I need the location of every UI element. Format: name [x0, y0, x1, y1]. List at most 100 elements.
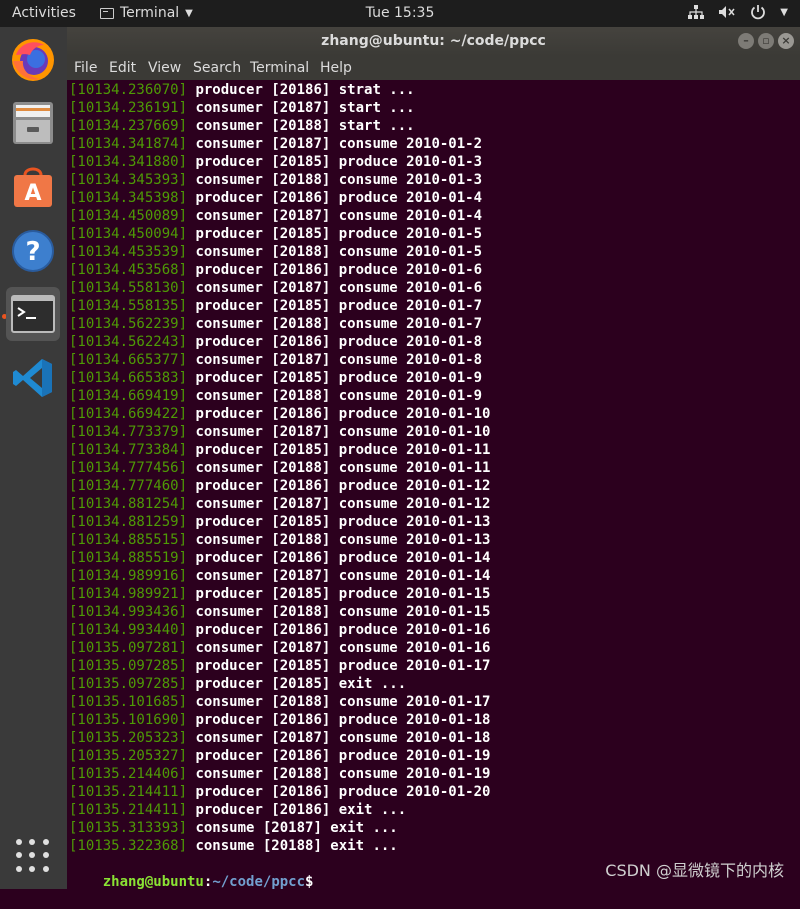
terminal-line: [10134.341874] consumer [20187] consume …	[69, 135, 482, 153]
terminal-line: [10134.669422] producer [20186] produce …	[69, 405, 490, 423]
terminal-line: [10134.453539] consumer [20188] consume …	[69, 243, 482, 261]
app-menu[interactable]: Terminal ▼	[100, 5, 193, 21]
timestamp: [10134.881254]	[69, 496, 188, 512]
timestamp: [10134.341880]	[69, 154, 188, 170]
log-message: consumer [20187] consume 2010-01-18	[187, 730, 491, 746]
dock-item-files[interactable]	[6, 96, 60, 150]
timestamp: [10134.345393]	[69, 172, 188, 188]
window-titlebar[interactable]: zhang@ubuntu: ~/code/ppcc – ▫ ×	[67, 27, 800, 56]
timestamp: [10134.989916]	[69, 568, 188, 584]
timestamp: [10134.665377]	[69, 352, 188, 368]
terminal-line: [10134.993440] producer [20186] produce …	[69, 621, 490, 639]
terminal-line: [10134.989921] producer [20185] produce …	[69, 585, 490, 603]
timestamp: [10135.313393]	[69, 820, 188, 836]
dock-item-firefox[interactable]	[6, 33, 60, 87]
terminal-line: [10134.665383] producer [20185] produce …	[69, 369, 482, 387]
timestamp: [10135.097281]	[69, 640, 188, 656]
power-icon	[751, 5, 766, 20]
timestamp: [10134.345398]	[69, 190, 188, 206]
svg-text:A: A	[24, 181, 41, 206]
timestamp: [10135.205323]	[69, 730, 188, 746]
log-message: consumer [20187] consume 2010-01-14	[187, 568, 491, 584]
log-message: consumer [20188] consume 2010-01-19	[187, 766, 491, 782]
timestamp: [10134.558135]	[69, 298, 188, 314]
dock-item-software[interactable]: A	[6, 159, 60, 213]
timestamp: [10134.773384]	[69, 442, 188, 458]
log-message: consumer [20187] start ...	[187, 100, 415, 116]
timestamp: [10134.777456]	[69, 460, 188, 476]
log-message: producer [20186] produce 2010-01-8	[187, 334, 483, 350]
svg-text:?: ?	[25, 237, 40, 267]
log-message: consumer [20188] consume 2010-01-15	[187, 604, 491, 620]
timestamp: [10134.341874]	[69, 136, 188, 152]
menu-file[interactable]: File	[74, 60, 97, 76]
terminal-line: [10134.773379] consumer [20187] consume …	[69, 423, 490, 441]
log-message: producer [20186] produce 2010-01-19	[187, 748, 491, 764]
log-message: consumer [20187] consume 2010-01-4	[187, 208, 483, 224]
timestamp: [10134.885519]	[69, 550, 188, 566]
terminal-line: [10134.773384] producer [20185] produce …	[69, 441, 490, 459]
log-message: producer [20186] produce 2010-01-18	[187, 712, 491, 728]
terminal-line: [10135.097285] producer [20185] produce …	[69, 657, 490, 675]
log-message: producer [20186] produce 2010-01-6	[187, 262, 483, 278]
terminal-line: [10134.885515] consumer [20188] consume …	[69, 531, 490, 549]
terminal-line: [10135.322368] consume [20188] exit ...	[69, 837, 398, 855]
timestamp: [10135.214406]	[69, 766, 188, 782]
timestamp: [10134.453539]	[69, 244, 188, 260]
menu-view[interactable]: View	[148, 60, 181, 76]
maximize-button[interactable]: ▫	[758, 33, 774, 49]
menu-bar: File Edit View Search Terminal Help	[67, 56, 800, 80]
menu-edit[interactable]: Edit	[109, 60, 136, 76]
dock-item-terminal[interactable]	[6, 287, 60, 341]
timestamp: [10134.773379]	[69, 424, 188, 440]
timestamp: [10135.101685]	[69, 694, 188, 710]
timestamp: [10134.236191]	[69, 100, 188, 116]
prompt-line[interactable]: zhang@ubuntu:~/code/ppcc$	[69, 855, 314, 890]
log-message: producer [20185] produce 2010-01-3	[187, 154, 483, 170]
timestamp: [10135.097285]	[69, 658, 188, 674]
terminal-line: [10135.214406] consumer [20188] consume …	[69, 765, 490, 783]
log-message: consumer [20188] start ...	[187, 118, 415, 134]
log-message: consumer [20188] consume 2010-01-5	[187, 244, 483, 260]
timestamp: [10135.322368]	[69, 838, 188, 854]
close-button[interactable]: ×	[778, 33, 794, 49]
activities-button[interactable]: Activities	[12, 5, 76, 21]
show-applications-button[interactable]	[16, 839, 50, 873]
log-message: producer [20185] produce 2010-01-13	[187, 514, 491, 530]
timestamp: [10134.562243]	[69, 334, 188, 350]
menu-terminal[interactable]: Terminal	[250, 60, 309, 76]
log-message: producer [20186] produce 2010-01-14	[187, 550, 491, 566]
terminal-line: [10135.097281] consumer [20187] consume …	[69, 639, 490, 657]
terminal-line: [10134.558130] consumer [20187] consume …	[69, 279, 482, 297]
terminal-line: [10134.881254] consumer [20187] consume …	[69, 495, 490, 513]
prompt-user-host: zhang@ubuntu	[102, 874, 204, 890]
terminal-line: [10134.665377] consumer [20187] consume …	[69, 351, 482, 369]
terminal-line: [10134.562239] consumer [20188] consume …	[69, 315, 482, 333]
menu-search[interactable]: Search	[193, 60, 241, 76]
chevron-down-icon: ▼	[185, 7, 193, 19]
system-tray[interactable]: ▼	[688, 4, 788, 20]
terminal-line: [10135.205327] producer [20186] produce …	[69, 747, 490, 765]
timestamp: [10134.881259]	[69, 514, 188, 530]
terminal-line: [10134.777460] producer [20186] produce …	[69, 477, 490, 495]
log-message: producer [20185] exit ...	[187, 676, 407, 692]
terminal-line: [10135.205323] consumer [20187] consume …	[69, 729, 490, 747]
log-message: consumer [20187] consume 2010-01-16	[187, 640, 491, 656]
terminal-output[interactable]: [10134.236070] producer [20186] strat ..…	[67, 80, 800, 890]
dock-item-vscode[interactable]	[6, 351, 60, 405]
terminal-line: [10134.237669] consumer [20188] start ..…	[69, 117, 415, 135]
log-message: consumer [20188] consume 2010-01-13	[187, 532, 491, 548]
log-message: producer [20185] produce 2010-01-9	[187, 370, 483, 386]
timestamp: [10134.669419]	[69, 388, 188, 404]
log-message: consumer [20187] consume 2010-01-2	[187, 136, 483, 152]
minimize-button[interactable]: –	[738, 33, 754, 49]
dock-item-help[interactable]: ?	[6, 224, 60, 278]
menu-help[interactable]: Help	[320, 60, 352, 76]
log-message: producer [20186] strat ...	[187, 82, 415, 98]
terminal-line: [10135.214411] producer [20186] produce …	[69, 783, 490, 801]
timestamp: [10135.097285]	[69, 676, 188, 692]
timestamp: [10134.989921]	[69, 586, 188, 602]
chevron-down-icon: ▼	[780, 6, 788, 18]
terminal-line: [10135.101685] consumer [20188] consume …	[69, 693, 490, 711]
timestamp: [10134.453568]	[69, 262, 188, 278]
